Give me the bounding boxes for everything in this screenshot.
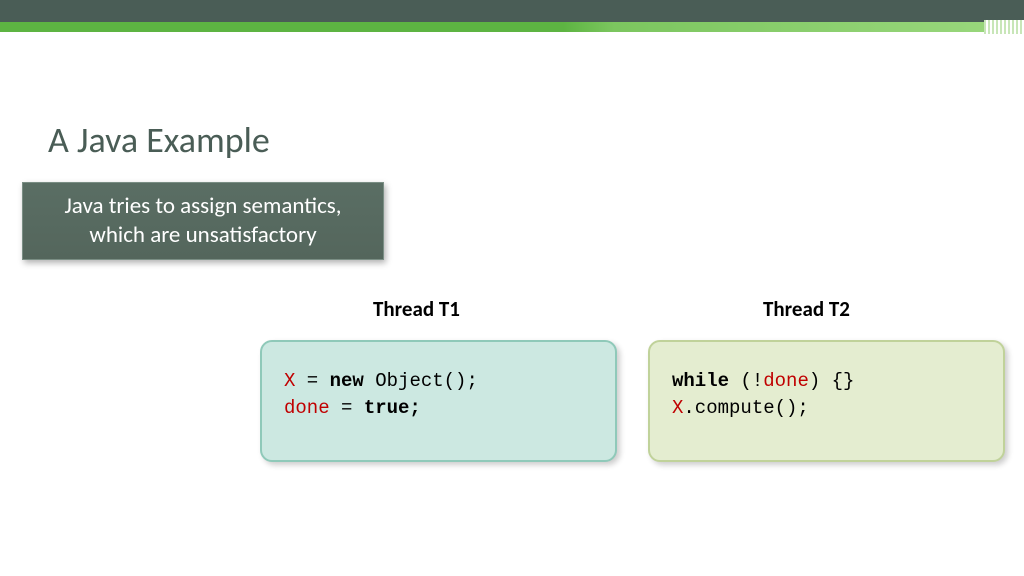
code-line: X = new Object(); — [284, 368, 593, 395]
header-bar-dark — [0, 0, 1024, 22]
callout-text: Java tries to assign semantics, which ar… — [39, 192, 367, 250]
code-token: ) {} — [809, 370, 855, 392]
code-token: (! — [729, 370, 763, 392]
thread-t1-heading: Thread T1 — [373, 296, 460, 322]
code-token: X — [672, 397, 683, 419]
code-token: true; — [364, 397, 421, 419]
code-token: done — [284, 397, 330, 419]
code-token: = — [330, 397, 364, 419]
code-token: new — [330, 370, 364, 392]
code-line: while (!done) {} — [672, 368, 981, 395]
header-bar-green — [0, 22, 1024, 32]
code-token: done — [763, 370, 809, 392]
code-box-t2: while (!done) {} X.compute(); — [648, 340, 1005, 462]
slide-title: A Java Example — [48, 118, 270, 162]
code-token: .compute(); — [683, 397, 808, 419]
code-token: = — [295, 370, 329, 392]
code-line: done = true; — [284, 395, 593, 422]
thread-t2-heading: Thread T2 — [763, 296, 850, 322]
code-token: X — [284, 370, 295, 392]
code-token: Object(); — [364, 370, 478, 392]
code-line: X.compute(); — [672, 395, 981, 422]
callout-box: Java tries to assign semantics, which ar… — [22, 182, 384, 260]
code-box-t1: X = new Object(); done = true; — [260, 340, 617, 462]
code-token: while — [672, 370, 729, 392]
